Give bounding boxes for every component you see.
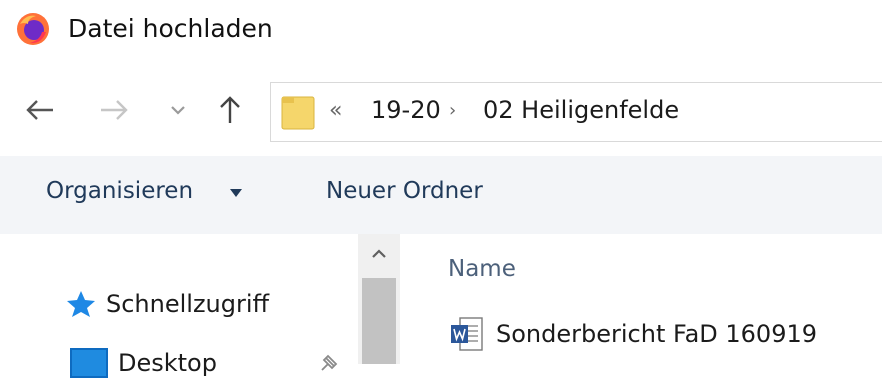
new-folder-button[interactable]: Neuer Ordner (326, 178, 483, 204)
file-row[interactable]: Sonderbericht FaD 160919 (450, 316, 817, 352)
breadcrumb-overflow[interactable]: « (329, 98, 342, 123)
navigation-bar: « 19-20 › 02 Heiligenfelde (0, 66, 882, 156)
nav-item-quick-access[interactable]: Schnellzugriff (66, 290, 269, 318)
breadcrumb-item[interactable]: 19-20 (371, 96, 441, 124)
arrow-right-icon (101, 100, 128, 120)
desktop-icon (70, 348, 108, 378)
file-name: Sonderbericht FaD 160919 (496, 320, 818, 348)
file-list: Name Sonderbericht FaD 160919 (410, 234, 882, 364)
caret-down-icon[interactable] (230, 189, 242, 197)
breadcrumb-current[interactable]: 02 Heiligenfelde (483, 96, 679, 124)
scroll-thumb[interactable] (362, 278, 396, 364)
nav-item-label: Schnellzugriff (106, 290, 270, 318)
address-bar[interactable]: « 19-20 › 02 Heiligenfelde (270, 82, 882, 142)
breadcrumb-separator[interactable]: › (449, 100, 456, 121)
nav-item-desktop[interactable]: Desktop (70, 348, 217, 378)
word-document-icon (451, 317, 483, 351)
firefox-icon (17, 13, 49, 45)
star-icon (67, 291, 95, 317)
arrow-up-icon (220, 96, 240, 123)
forward-button[interactable] (92, 88, 136, 132)
up-button[interactable] (208, 88, 252, 132)
pin-icon[interactable] (318, 352, 340, 374)
organize-menu[interactable]: Organisieren (46, 178, 193, 204)
column-header-name[interactable]: Name (448, 256, 516, 282)
navigation-pane: Schnellzugriff Desktop (0, 234, 410, 378)
back-button[interactable] (18, 88, 62, 132)
folder-icon (281, 96, 315, 130)
recent-locations-button[interactable] (158, 88, 198, 132)
title-bar: Datei hochladen (0, 0, 882, 66)
chevron-up-icon (372, 249, 386, 258)
window-title: Datei hochladen (68, 14, 273, 43)
nav-scrollbar[interactable] (358, 234, 400, 364)
arrow-left-icon (26, 100, 53, 120)
nav-item-label: Desktop (118, 349, 217, 377)
scroll-up-button[interactable] (358, 242, 400, 266)
chevron-down-icon (171, 106, 185, 115)
command-bar: Organisieren Neuer Ordner (0, 156, 882, 234)
